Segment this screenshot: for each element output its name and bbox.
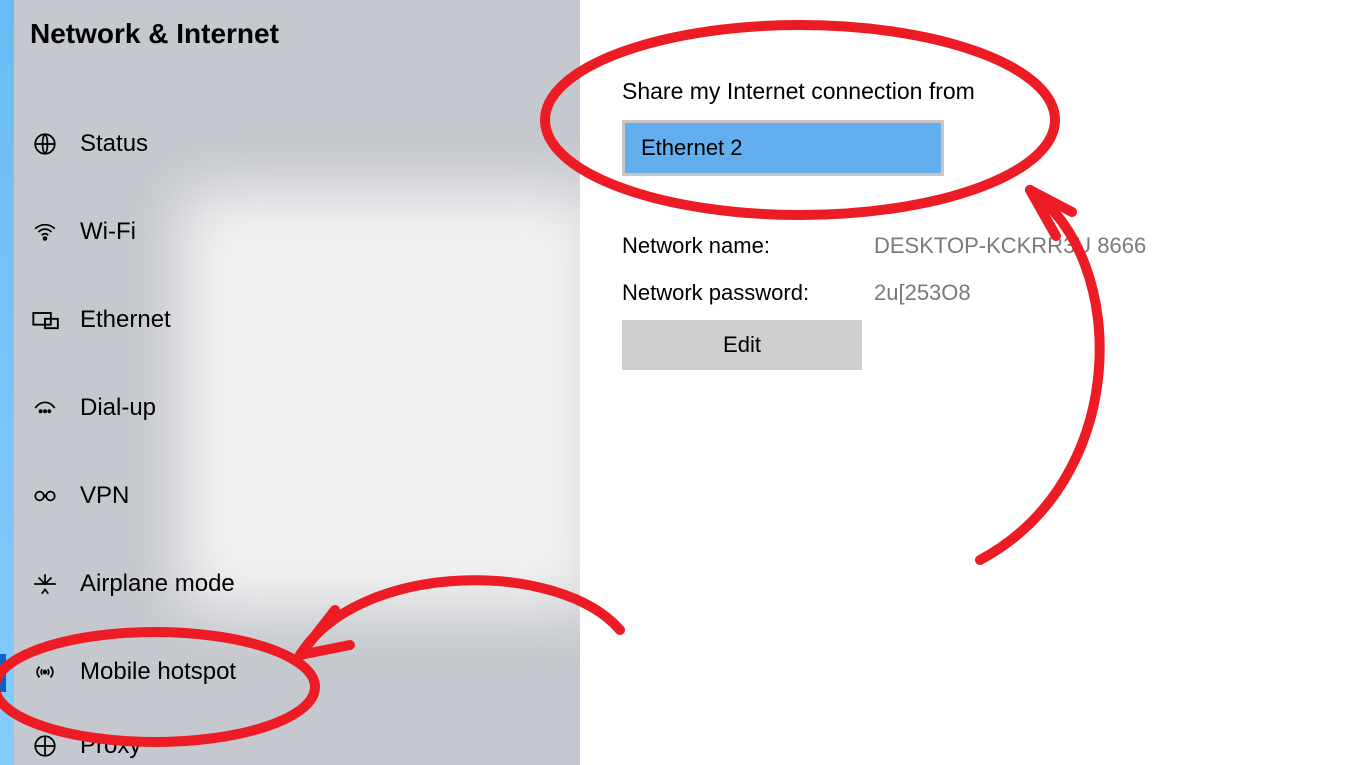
sidebar-item-label: Ethernet (80, 306, 171, 334)
proxy-icon (30, 733, 60, 759)
sidebar-item-label: Mobile hotspot (80, 658, 236, 686)
airplane-icon (30, 571, 60, 597)
sidebar-item-label: Airplane mode (80, 570, 235, 598)
sidebar-item-airplane-mode[interactable]: Airplane mode (0, 540, 580, 628)
sidebar-item-mobile-hotspot[interactable]: Mobile hotspot (0, 628, 580, 716)
sidebar-nav: Status Wi-Fi (0, 100, 580, 765)
sidebar-title: Network & Internet (30, 18, 279, 50)
network-password-value: 2u[253O8 (874, 280, 971, 306)
sidebar-item-status[interactable]: Status (0, 100, 580, 188)
edit-button[interactable]: Edit (622, 320, 862, 370)
sidebar-item-label: Proxy (80, 732, 141, 760)
share-connection-label: Share my Internet connection from (622, 78, 975, 105)
sidebar-item-label: Wi-Fi (80, 218, 136, 246)
globe-icon (30, 131, 60, 157)
network-name-row: Network name: DESKTOP-KCKRR3U 8666 (622, 233, 1322, 259)
dialup-icon (30, 395, 60, 421)
sidebar-item-wifi[interactable]: Wi-Fi (0, 188, 580, 276)
ethernet-icon (30, 306, 60, 334)
dropdown-selected-value: Ethernet 2 (641, 135, 743, 161)
sidebar-item-ethernet[interactable]: Ethernet (0, 276, 580, 364)
sidebar-item-label: Status (80, 130, 148, 158)
sidebar-item-proxy[interactable]: Proxy (0, 716, 580, 765)
main-panel: Share my Internet connection from Ethern… (580, 0, 1360, 765)
network-name-value: DESKTOP-KCKRR3U 8666 (874, 233, 1146, 259)
vpn-icon (30, 483, 60, 509)
network-name-label: Network name: (622, 233, 874, 259)
sidebar-item-dialup[interactable]: Dial-up (0, 364, 580, 452)
sidebar: Network & Internet Status (0, 0, 580, 765)
share-connection-dropdown[interactable]: Ethernet 2 (622, 120, 944, 176)
sidebar-item-label: VPN (80, 482, 129, 510)
wifi-icon (30, 219, 60, 245)
network-password-row: Network password: 2u[253O8 (622, 280, 1322, 306)
hotspot-icon (30, 659, 60, 685)
edit-button-label: Edit (723, 332, 761, 358)
sidebar-item-label: Dial-up (80, 394, 156, 422)
sidebar-item-vpn[interactable]: VPN (0, 452, 580, 540)
network-password-label: Network password: (622, 280, 874, 306)
